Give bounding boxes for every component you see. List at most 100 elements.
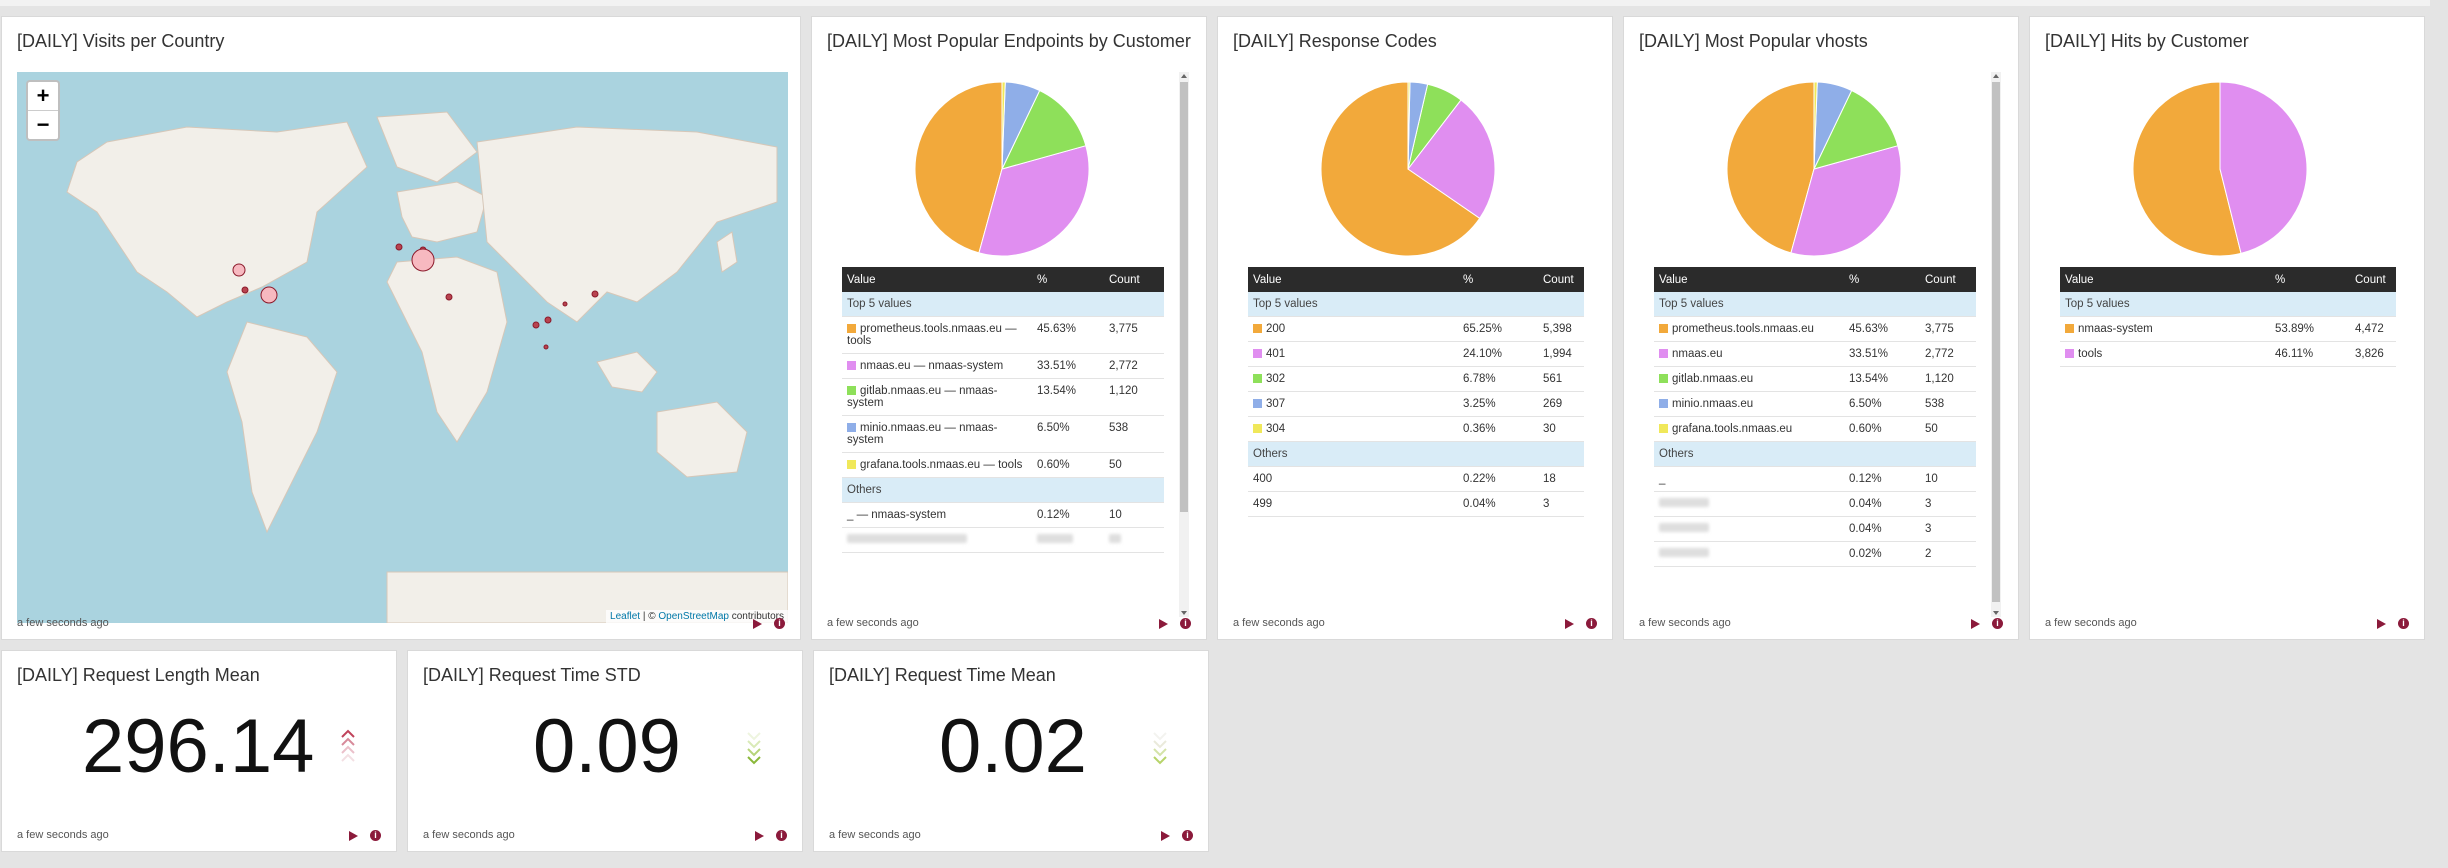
widget-title: [DAILY] Hits by Customer bbox=[2045, 31, 2249, 51]
table-row[interactable]: gitlab.nmaas.eu 13.54% 1,120 bbox=[1654, 366, 1976, 392]
row-value: grafana.tools.nmaas.eu bbox=[1672, 423, 1793, 435]
row-value: 400 bbox=[1248, 466, 1458, 492]
widget-timestamp: a few seconds ago bbox=[827, 617, 919, 629]
table-row[interactable]: _ 0.12% 10 bbox=[1654, 466, 1976, 492]
play-icon[interactable] bbox=[1565, 619, 1574, 629]
table-row[interactable]: 0.04% 3 bbox=[1654, 516, 1976, 542]
scroll-down-arrow[interactable] bbox=[1181, 611, 1187, 615]
swatch bbox=[847, 460, 856, 469]
play-icon[interactable] bbox=[1161, 831, 1170, 841]
table-row[interactable]: 307 3.25% 269 bbox=[1248, 391, 1584, 417]
play-icon[interactable] bbox=[349, 831, 358, 841]
row-count: 18 bbox=[1538, 466, 1584, 492]
row-count: 30 bbox=[1538, 416, 1584, 442]
table-row[interactable]: 302 6.78% 561 bbox=[1248, 366, 1584, 392]
table-row[interactable]: prometheus.tools.nmaas.eu — tools 45.63% 3… bbox=[842, 316, 1164, 354]
table-row[interactable]: nmaas-system 53.89% 4,472 bbox=[2060, 316, 2396, 342]
zoom-out-button[interactable]: − bbox=[28, 111, 58, 139]
widget-actions: i bbox=[1159, 618, 1191, 629]
world-map[interactable]: + − Leaflet | © OpenStreetMap contributo… bbox=[17, 72, 788, 623]
play-icon[interactable] bbox=[1159, 619, 1168, 629]
metric-widget-time-std: [DAILY] Request Time STD 0.09 a few seco… bbox=[407, 650, 803, 852]
group-others-label: Others bbox=[842, 477, 1164, 503]
info-icon[interactable]: i bbox=[1182, 830, 1193, 841]
table-row[interactable]: minio.nmaas.eu 6.50% 538 bbox=[1654, 391, 1976, 417]
table-row[interactable]: 0.02% 2 bbox=[1654, 541, 1976, 567]
attribution-sep: | © bbox=[640, 611, 659, 622]
col-count-header: Count bbox=[1104, 267, 1164, 292]
customers-widget: [DAILY] Hits by Customer Value % Count T… bbox=[2029, 16, 2425, 640]
row-count: 5,398 bbox=[1538, 316, 1584, 342]
redacted-value bbox=[1659, 523, 1709, 532]
play-icon[interactable] bbox=[1971, 619, 1980, 629]
redacted-value bbox=[1659, 498, 1709, 507]
group-top-label: Top 5 values bbox=[842, 292, 1164, 317]
scroll-up-arrow[interactable] bbox=[1993, 74, 1999, 78]
info-icon[interactable]: i bbox=[1586, 618, 1597, 629]
leaflet-link[interactable]: Leaflet bbox=[610, 611, 640, 622]
row-value: nmaas.eu bbox=[1672, 348, 1723, 360]
row-count: 2,772 bbox=[1920, 341, 1976, 367]
table-row[interactable]: 499 0.04% 3 bbox=[1248, 491, 1584, 517]
play-icon[interactable] bbox=[753, 619, 762, 629]
row-pct: 13.54% bbox=[1032, 378, 1104, 416]
osm-link[interactable]: OpenStreetMap bbox=[658, 611, 729, 622]
table-row[interactable]: 304 0.36% 30 bbox=[1248, 416, 1584, 442]
col-pct-header: % bbox=[1032, 267, 1104, 292]
scroll-thumb[interactable] bbox=[1992, 82, 2000, 602]
scroll-thumb[interactable] bbox=[1180, 82, 1188, 512]
table-row[interactable]: gitlab.nmaas.eu — nmaas-system 13.54% 1,12… bbox=[842, 378, 1164, 416]
table-row[interactable]: nmaas.eu 33.51% 2,772 bbox=[1654, 341, 1976, 367]
info-icon[interactable]: i bbox=[370, 830, 381, 841]
group-others-label: Others bbox=[1248, 441, 1584, 467]
top-bar bbox=[0, 0, 2430, 6]
swatch bbox=[1253, 324, 1262, 333]
row-count: 2 bbox=[1920, 541, 1976, 567]
row-pct: 3.25% bbox=[1458, 391, 1538, 417]
row-pct: 0.12% bbox=[1844, 466, 1920, 492]
table-row[interactable]: grafana.tools.nmaas.eu 0.60% 50 bbox=[1654, 416, 1976, 442]
info-icon[interactable]: i bbox=[774, 618, 785, 629]
swatch bbox=[847, 361, 856, 370]
info-icon[interactable]: i bbox=[776, 830, 787, 841]
row-count: 3 bbox=[1920, 516, 1976, 542]
trend-down-icon bbox=[1153, 732, 1167, 765]
info-icon[interactable]: i bbox=[2398, 618, 2409, 629]
table-row[interactable]: minio.nmaas.eu — nmaas-system 6.50% 538 bbox=[842, 415, 1164, 453]
table-row[interactable]: 0.04% 3 bbox=[1654, 491, 1976, 517]
table-row[interactable]: grafana.tools.nmaas.eu — tools 0.60% 50 bbox=[842, 452, 1164, 478]
table-row[interactable]: 401 24.10% 1,994 bbox=[1248, 341, 1584, 367]
redacted-value bbox=[1659, 548, 1709, 557]
col-value-header: Value bbox=[1248, 267, 1458, 292]
row-pct: 0.60% bbox=[1844, 416, 1920, 442]
col-value-header: Value bbox=[2060, 267, 2270, 292]
zoom-in-button[interactable]: + bbox=[28, 82, 58, 111]
table-row[interactable]: _ — nmaas-system 0.12% 10 bbox=[842, 502, 1164, 528]
row-count: 4,472 bbox=[2350, 316, 2396, 342]
play-icon[interactable] bbox=[755, 831, 764, 841]
scrollbar[interactable] bbox=[1179, 72, 1189, 617]
widget-actions: i bbox=[1161, 830, 1193, 841]
metric-widget-time-mean: [DAILY] Request Time Mean 0.02 a few sec… bbox=[813, 650, 1209, 852]
row-value: minio.nmaas.eu bbox=[1672, 398, 1754, 410]
row-pct: 0.22% bbox=[1458, 466, 1538, 492]
info-icon[interactable]: i bbox=[1992, 618, 2003, 629]
play-icon[interactable] bbox=[2377, 619, 2386, 629]
row-pct: 0.12% bbox=[1032, 502, 1104, 528]
map-land bbox=[66, 111, 788, 623]
table-row[interactable]: 200 65.25% 5,398 bbox=[1248, 316, 1584, 342]
scroll-down-arrow[interactable] bbox=[1993, 611, 1999, 615]
table-row[interactable]: tools 46.11% 3,826 bbox=[2060, 341, 2396, 367]
table-row[interactable]: prometheus.tools.nmaas.eu 45.63% 3,775 bbox=[1654, 316, 1976, 342]
col-count-header: Count bbox=[2350, 267, 2396, 292]
info-icon[interactable]: i bbox=[1180, 618, 1191, 629]
row-value: 304 bbox=[1266, 423, 1286, 435]
table-row[interactable]: nmaas.eu — nmaas-system 33.51% 2,772 bbox=[842, 353, 1164, 379]
row-value: _ — nmaas-system bbox=[842, 502, 1032, 528]
widget-actions: i bbox=[753, 618, 785, 629]
metric-value: 0.02 bbox=[939, 704, 1087, 789]
widget-actions: i bbox=[349, 830, 381, 841]
table-row[interactable]: 400 0.22% 18 bbox=[1248, 466, 1584, 492]
scrollbar[interactable] bbox=[1991, 72, 2001, 617]
scroll-up-arrow[interactable] bbox=[1181, 74, 1187, 78]
